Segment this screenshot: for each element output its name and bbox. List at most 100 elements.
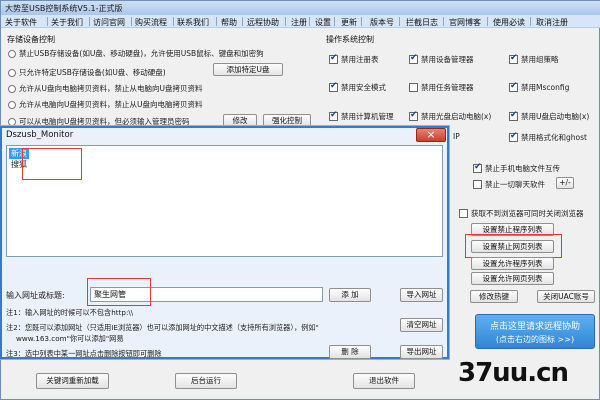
menu-update[interactable]: 更新 [341,17,357,28]
menu-block-log[interactable]: 拦截日志 [406,17,438,28]
note-3: 注3：选中列表中某一网址点击删除按钮即可删除 [6,349,162,358]
exit-button[interactable]: 退出软件 [353,373,415,389]
checkbox[interactable] [509,110,518,121]
menu-version[interactable]: 版本号 [370,17,394,28]
menu-separator [530,17,531,26]
menu-separator [399,17,400,26]
checkbox[interactable] [409,110,418,121]
menu-remote-assist[interactable]: 远程协助 [247,17,279,28]
checkbox[interactable] [509,131,518,142]
set-allowed-websites-button[interactable]: 设置允许网页列表 [471,272,554,285]
delete-url-button[interactable]: 删 除 [329,345,371,359]
os-option-label: 禁用设备管理器 [421,55,474,64]
menu-contact[interactable]: 联系我们 [177,17,209,28]
radio-button[interactable] [8,68,16,77]
menu-separator [443,17,444,26]
usb-option-block[interactable]: 禁止USB存储设备(如U盘、移动硬盘)，允许使用USB鼠标、键盘和加密狗 [8,48,264,59]
menu-separator [173,17,174,26]
usb-option-specific[interactable]: 只允许特定USB存储设备(如U盘、移动硬盘) [8,67,166,78]
checkbox[interactable] [329,110,338,121]
reload-keywords-button[interactable]: 关键词重新加载 [36,373,109,389]
note-2: 注2：您既可以添加网址（只适用IE浏览器）也可以添加网址的中文描述（支持所有浏览… [6,323,319,332]
usb-option-label: 只允许特定USB存储设备(如U盘、移动硬盘) [19,68,166,77]
os-section-title: 操作系统控制 [326,35,374,44]
highlight-box [87,278,151,306]
os-option-label: 禁用U盘启动电脑(x) [521,112,590,121]
block-phone-option[interactable]: 禁止手机电脑文件互传 [473,162,560,174]
os-option[interactable]: 禁用格式化和ghost [509,131,587,143]
window-title: 大势至USB控制系统V5.1-正式版 [5,4,123,13]
menu-blog[interactable]: 官网博客 [449,17,481,28]
os-option[interactable]: 禁用光盘启动电脑(x) [409,110,492,122]
os-option-label: 禁用光盘启动电脑(x) [421,112,492,121]
menu-separator [285,17,286,26]
menu-bar: 关于软件 关于我们 访问官网 购买流程 联系我们 帮助 远程协助 注册 设置 更… [1,15,600,28]
watermark: 37uu.cn [458,358,569,388]
radio-button[interactable] [8,117,16,126]
menu-about-us[interactable]: 关于我们 [51,17,83,28]
menu-separator [487,17,488,26]
block-chat-option[interactable]: 禁止一切聊天软件 [473,179,545,190]
os-option[interactable]: 禁用任务管理器 [409,82,474,93]
os-option[interactable]: 禁用Msconfig [509,81,570,93]
menu-about-software[interactable]: 关于软件 [5,17,37,28]
checkbox[interactable] [409,53,418,64]
os-option[interactable]: 禁用安全模式 [329,81,386,93]
os-option-label: 禁用Msconfig [521,83,570,92]
menu-purchase[interactable]: 购买流程 [135,17,167,28]
remote-assist-sublabel: (点击右边的图标 >>) [495,335,575,344]
os-option[interactable]: 禁用组策略 [509,53,559,65]
add-specific-usb-button[interactable]: 添加特定U盘 [213,63,283,76]
clear-urls-button[interactable]: 清空网址 [400,318,443,332]
modify-hotkey-button[interactable]: 修改热键 [470,290,518,303]
menu-separator [334,17,335,26]
monitor-dialog: Dszusb_Monitor × 新浪 搜狐 输入网址或标题: 聚生网管 添 加… [0,126,449,359]
menu-must-read[interactable]: 使用必读 [493,17,525,28]
menu-separator [361,17,362,26]
radio-button[interactable] [8,84,16,93]
add-url-button[interactable]: 添 加 [329,288,371,302]
partial-ip-label: IP [453,132,460,141]
menu-separator [309,17,310,26]
checkbox[interactable] [329,53,338,64]
os-option-label: 禁用计算机管理 [341,112,394,121]
close-uac-button[interactable]: 关闭UAC账号 [537,290,595,303]
usb-option-write-only[interactable]: 允许从电脑向U盘拷贝资料，禁止从U盘向电脑拷贝资料 [8,99,202,110]
checkbox[interactable] [473,180,482,189]
note-1: 注1：输入网址的时候可以不包含http:\\ [6,308,134,317]
checkbox[interactable] [509,53,518,64]
radio-button[interactable] [8,49,16,58]
os-option-label: 禁用安全模式 [341,83,386,92]
set-allowed-programs-button[interactable]: 设置允许程序列表 [471,257,554,270]
export-urls-button[interactable]: 导出网址 [400,345,443,359]
url-input-label: 输入网址或标题: [6,291,65,300]
menu-help[interactable]: 帮助 [221,17,237,28]
os-option-label: 禁用任务管理器 [421,83,474,92]
checkbox[interactable] [473,162,482,173]
checkbox[interactable] [329,81,338,92]
os-option[interactable]: 禁用U盘启动电脑(x) [509,110,590,122]
radio-button[interactable] [8,100,16,109]
os-option[interactable]: 禁用设备管理器 [409,53,474,65]
usb-section-title: 存储设备控制 [7,35,55,44]
background-run-button[interactable]: 后台运行 [175,373,237,389]
os-option[interactable]: 禁用计算机管理 [329,110,394,122]
block-chat-label: 禁止一切聊天软件 [485,180,545,189]
checkbox[interactable] [409,83,418,92]
close-icon[interactable]: × [416,128,446,142]
plus-minus-button[interactable]: +/- [556,177,574,189]
checkbox[interactable] [509,81,518,92]
menu-visit-site[interactable]: 访问官网 [93,17,125,28]
browser-close-option[interactable]: 获取不到浏览器可同时关闭浏览器 [459,208,584,219]
browser-close-label: 获取不到浏览器可同时关闭浏览器 [471,209,584,218]
highlight-box [465,234,562,258]
os-option[interactable]: 禁用注册表 [329,53,379,65]
checkbox[interactable] [459,209,468,218]
os-option-label: 禁用格式化和ghost [521,133,587,142]
menu-settings[interactable]: 设置 [315,17,331,28]
usb-option-read-only[interactable]: 允许从U盘向电脑拷贝资料，禁止从电脑向U盘拷贝资料 [8,83,202,94]
import-urls-button[interactable]: 导入网址 [400,288,443,302]
menu-unregister[interactable]: 取消注册 [536,17,568,28]
remote-assist-button[interactable]: 点击这里请求远程协助 (点击右边的图标 >>) [475,314,595,349]
menu-register[interactable]: 注册 [291,17,307,28]
